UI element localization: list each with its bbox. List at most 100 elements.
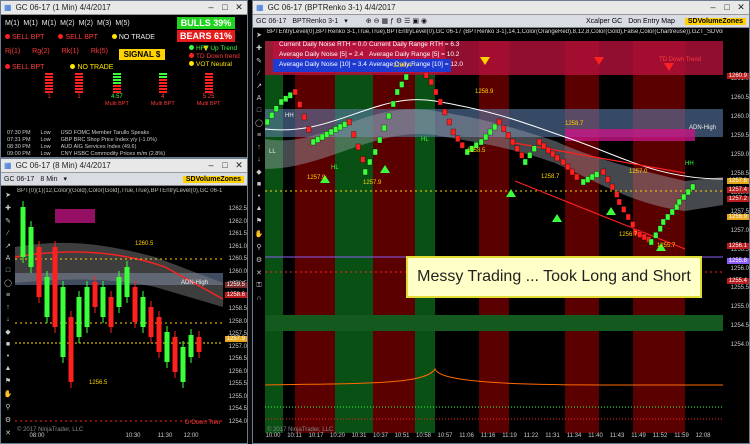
flag-icon[interactable]: ⚑ (256, 217, 262, 225)
zoom-icon[interactable]: ⚲ (5, 403, 10, 411)
instrument-selector[interactable]: GC 06-17 (4, 176, 34, 183)
settings-icon[interactable]: ⚙ (256, 256, 262, 264)
snapshot-icon[interactable]: ◉ (421, 18, 427, 25)
order-icon[interactable]: ☰ (404, 18, 410, 25)
diamond-icon[interactable]: ◆ (5, 328, 10, 336)
down-brick (621, 206, 627, 213)
template-icon[interactable]: ▣ (412, 18, 419, 25)
analyzer-titlebar[interactable]: ▦ GC 06-17 (1 Min) 4/4/2017 – □ ✕ (1, 1, 247, 15)
pencil-icon[interactable]: ✎ (256, 57, 262, 65)
fib-tool-icon[interactable]: ≡ (257, 132, 261, 139)
news-row: 07:31 PM Low GBP BRC Shop Price Index y/y … (7, 137, 165, 144)
rectangle-tool-icon[interactable]: □ (6, 267, 10, 274)
maximize-button[interactable]: □ (220, 2, 230, 13)
dot-icon[interactable]: • (258, 193, 260, 200)
up-brick (394, 88, 400, 96)
rectangle-tool-icon[interactable]: □ (257, 107, 261, 114)
crosshair-icon[interactable]: ✚ (5, 204, 11, 212)
don-entry-map-button[interactable]: Don Entry Map (628, 18, 675, 25)
arrow-down-icon[interactable]: ↓ (257, 156, 261, 163)
square-icon[interactable]: ■ (257, 181, 261, 188)
arrow-down-icon[interactable]: ↓ (6, 316, 10, 323)
ray-tool-icon[interactable]: ↗ (256, 82, 262, 90)
up-brick (287, 92, 293, 99)
magnet-icon[interactable]: ∩ (256, 295, 261, 302)
diamond-icon[interactable]: ◆ (256, 168, 261, 176)
minimize-button[interactable]: – (708, 2, 718, 13)
lock-icon[interactable]: ⚿ (256, 282, 261, 290)
dropdown-icon[interactable]: ▾ (63, 175, 67, 183)
strength-segment (45, 79, 53, 81)
line-tool-icon[interactable]: ∕ (7, 230, 8, 237)
triangle-icon[interactable]: ▲ (256, 205, 263, 212)
settings-icon[interactable]: ⚙ (5, 416, 11, 424)
strategy-icon[interactable]: ⚙ (396, 18, 402, 25)
time-tick: 11:43 (609, 433, 625, 439)
price-tick: 1254.0 (730, 342, 749, 348)
line-tool-icon[interactable]: ∕ (258, 70, 259, 77)
market-analyzer-window: ▦ GC 06-17 (1 Min) 4/4/2017 – □ ✕ M(1) M(… (0, 0, 248, 158)
fib-tool-icon[interactable]: ≡ (6, 292, 10, 299)
dropdown-icon[interactable]: ▾ (344, 17, 348, 25)
economic-news-list: 07:30 PM Low USD FOMC Member Tarullo Speak… (7, 130, 165, 157)
square-icon[interactable]: ■ (6, 341, 10, 348)
instrument-selector[interactable]: GC 06-17 (256, 18, 286, 25)
cursor-icon[interactable]: ➤ (5, 191, 11, 199)
candle-body (188, 335, 194, 357)
minimize-button[interactable]: – (206, 160, 216, 171)
properties-icon[interactable]: ▦ (381, 18, 388, 25)
small-chart-titlebar[interactable]: ▦ GC 06-17 (8 Min) 4/4/2017 – □ ✕ (1, 159, 247, 173)
ray-tool-icon[interactable]: ↗ (5, 242, 11, 250)
interval-selector[interactable]: BPTRenko 3-1 (292, 18, 338, 25)
cursor-icon[interactable]: ➤ (256, 31, 262, 39)
up-brick (403, 73, 409, 81)
close-button[interactable]: ✕ (736, 2, 746, 13)
renko-titlebar[interactable]: ▦ GC 06-17 (BPTRenko 3-1) 4/4/2017 – □ ✕ (253, 1, 749, 15)
renko-price-chart[interactable]: BPTEntryLevel(0),BPTRenko 3-1,True,True)… (265, 29, 723, 433)
signal-badge: SIGNAL $ (119, 49, 165, 60)
small-price-chart[interactable]: BPT(0)(1)(12,Color)(Gold),Color(Gold),Tr… (15, 187, 223, 433)
xcalper-button[interactable]: Xcalper GC (586, 18, 622, 25)
ellipse-tool-icon[interactable]: ◯ (255, 119, 263, 127)
maximize-button[interactable]: □ (722, 2, 732, 13)
ellipse-tool-icon[interactable]: ◯ (4, 279, 12, 287)
arrow-up-icon[interactable]: ↑ (6, 304, 10, 311)
zoom-in-icon[interactable]: ⊕ (366, 18, 372, 25)
time-tick: 10:20 (329, 433, 346, 439)
close-button[interactable]: ✕ (234, 2, 244, 13)
price-tick: 1258.0 (228, 318, 247, 325)
text-tool-icon[interactable]: A (257, 95, 262, 102)
sdvolumezones-button[interactable]: SDVolumeZones (182, 175, 244, 183)
eraser-icon[interactable]: ✕ (5, 429, 11, 437)
price-tick: 1254.5 (228, 406, 247, 412)
sell-signal: SELL BPT (5, 33, 44, 41)
up-brick (278, 98, 284, 106)
pencil-icon[interactable]: ✎ (5, 217, 11, 225)
flag-icon[interactable]: ⚑ (5, 377, 11, 385)
sdvolumezones-button[interactable]: SDVolumeZones (684, 17, 746, 25)
dot-icon[interactable]: • (7, 353, 9, 360)
zoom-icon[interactable]: ⚲ (256, 243, 261, 251)
up-brick (324, 131, 330, 138)
crosshair-icon[interactable]: ✚ (256, 44, 262, 52)
minimize-button[interactable]: – (206, 2, 216, 13)
arrow-up-icon[interactable]: ↑ (257, 144, 261, 151)
red-dot-icon (58, 33, 64, 39)
down-brick (455, 135, 461, 142)
zoom-out-icon[interactable]: ⊖ (374, 18, 380, 25)
maximize-button[interactable]: □ (220, 160, 230, 171)
timeframe-column: M(1) (41, 19, 57, 27)
triangle-icon[interactable]: ▲ (5, 365, 12, 372)
hand-icon[interactable]: ✋ (4, 390, 13, 398)
strength-segment (204, 88, 213, 90)
interval-selector[interactable]: 8 Min (40, 176, 57, 183)
hand-icon[interactable]: ✋ (255, 230, 264, 238)
candle-body (52, 247, 58, 327)
text-tool-icon[interactable]: A (6, 255, 11, 262)
candle-body (60, 287, 66, 357)
close-button[interactable]: ✕ (234, 160, 244, 171)
time-tick: 08:00 (29, 433, 45, 439)
eraser-icon[interactable]: ✕ (256, 269, 262, 277)
news-time: 09:00 PM (7, 151, 31, 157)
indicator-icon[interactable]: ƒ (390, 18, 394, 25)
